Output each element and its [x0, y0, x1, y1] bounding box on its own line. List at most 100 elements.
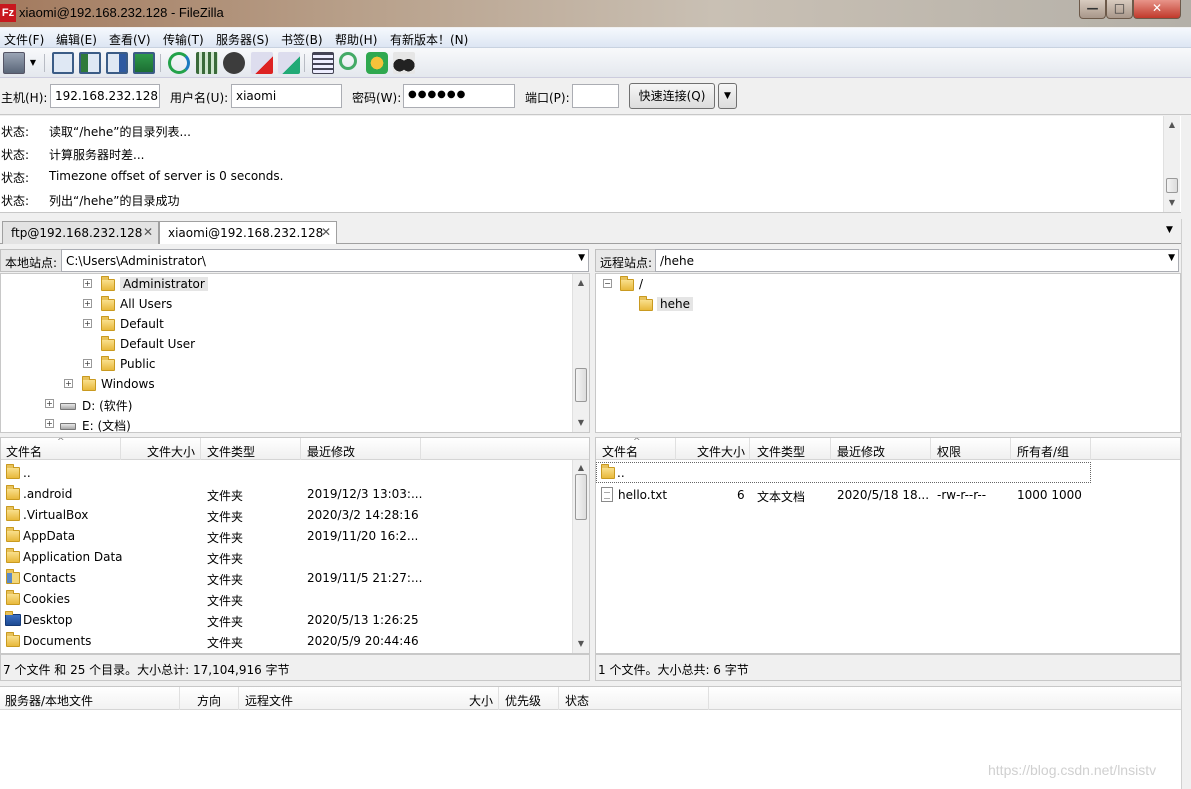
menu-transfer[interactable]: 传输(T)	[163, 31, 204, 48]
menu-view[interactable]: 查看(V)	[109, 31, 151, 48]
password-input[interactable]: ●●●●●●	[403, 84, 515, 108]
tree-item-all-users[interactable]: + All Users	[83, 294, 283, 314]
expand-icon[interactable]: +	[83, 299, 92, 308]
file-row[interactable]: Contacts 文件夹 2019/11/5 21:27:...	[1, 567, 571, 588]
menu-edit[interactable]: 编辑(E)	[56, 31, 97, 48]
scroll-up-icon[interactable]: ▲	[1164, 118, 1180, 132]
column-filename[interactable]: 文件名	[6, 443, 42, 460]
file-row-parent[interactable]: ..	[1, 462, 571, 483]
scroll-down-icon[interactable]: ▼	[1164, 196, 1180, 210]
scroll-down-icon[interactable]: ▼	[573, 416, 589, 430]
toggle-queue-icon[interactable]	[133, 52, 155, 74]
column-direction[interactable]: 方向	[197, 692, 221, 709]
scroll-thumb[interactable]	[1166, 178, 1178, 193]
menu-file[interactable]: 文件(F)	[4, 31, 44, 48]
column-priority[interactable]: 优先级	[505, 692, 541, 709]
quickconnect-history-dropdown[interactable]: ▼	[718, 83, 737, 109]
tree-item-hehe[interactable]: hehe	[623, 294, 823, 314]
expand-icon[interactable]: +	[45, 399, 54, 408]
search-icon[interactable]	[339, 52, 357, 70]
column-remote-file[interactable]: 远程文件	[245, 692, 293, 709]
column-permissions[interactable]: 权限	[937, 443, 961, 460]
local-files-scrollbar[interactable]: ▲ ▼	[572, 460, 589, 653]
toggle-local-tree-icon[interactable]	[79, 52, 101, 74]
tab-list-dropdown-icon[interactable]: ▼	[1166, 225, 1173, 235]
column-divider[interactable]	[708, 687, 709, 710]
column-divider[interactable]	[830, 438, 831, 460]
chevron-down-icon[interactable]: ▼	[1168, 253, 1175, 263]
scroll-up-icon[interactable]: ▲	[573, 461, 589, 475]
find-files-icon[interactable]	[393, 52, 415, 74]
column-divider[interactable]	[200, 438, 201, 460]
tree-item-drive-e[interactable]: + E: (文档)	[45, 414, 245, 432]
column-status[interactable]: 状态	[565, 692, 589, 709]
menu-bookmarks[interactable]: 书签(B)	[281, 31, 323, 48]
file-row[interactable]: Cookies 文件夹	[1, 588, 571, 609]
reconnect-icon[interactable]	[278, 52, 300, 74]
tree-item-default-user[interactable]: Default User	[83, 334, 283, 354]
process-queue-icon[interactable]	[196, 52, 218, 74]
scroll-down-icon[interactable]: ▼	[573, 637, 589, 651]
column-modified[interactable]: 最近修改	[307, 443, 355, 460]
close-tab-icon[interactable]: ✕	[321, 225, 331, 239]
column-divider[interactable]	[1090, 438, 1091, 460]
refresh-icon[interactable]	[168, 52, 190, 74]
tree-item-administrator[interactable]: + Administrator	[83, 274, 283, 294]
remote-path-combobox[interactable]: /hehe ▼	[655, 249, 1179, 272]
column-divider[interactable]	[120, 438, 121, 460]
scroll-thumb[interactable]	[575, 368, 587, 402]
column-divider[interactable]	[558, 687, 559, 710]
column-divider[interactable]	[498, 687, 499, 710]
close-tab-icon[interactable]: ✕	[143, 225, 153, 239]
column-filesize[interactable]: 文件大小	[147, 443, 195, 460]
site-manager-icon[interactable]	[3, 52, 25, 74]
filter-icon[interactable]	[312, 52, 334, 74]
maximize-button[interactable]: □	[1106, 0, 1133, 19]
expand-icon[interactable]: +	[64, 379, 73, 388]
close-window-button[interactable]: ✕	[1133, 0, 1181, 19]
file-row[interactable]: AppData 文件夹 2019/11/20 16:2...	[1, 525, 571, 546]
tree-item-default[interactable]: + Default	[83, 314, 283, 334]
menu-help[interactable]: 帮助(H)	[335, 31, 377, 48]
minimize-button[interactable]: —	[1079, 0, 1106, 19]
column-divider[interactable]	[749, 438, 750, 460]
tab-ftp-connection[interactable]: ftp@192.168.232.128 ✕	[2, 221, 159, 244]
tree-item-drive-d[interactable]: + D: (软件)	[45, 394, 245, 414]
file-row[interactable]: Application Data 文件夹	[1, 546, 571, 567]
local-tree-scrollbar[interactable]: ▲ ▼	[572, 274, 589, 432]
scroll-thumb[interactable]	[575, 474, 587, 520]
local-path-combobox[interactable]: C:\Users\Administrator\ ▼	[61, 249, 589, 272]
file-row[interactable]: Desktop 文件夹 2020/5/13 1:26:25	[1, 609, 571, 630]
column-server-local-file[interactable]: 服务器/本地文件	[5, 692, 93, 709]
column-divider[interactable]	[675, 438, 676, 460]
column-divider[interactable]	[420, 438, 421, 460]
column-divider[interactable]	[179, 687, 180, 710]
column-divider[interactable]	[1010, 438, 1011, 460]
port-input[interactable]	[572, 84, 619, 108]
file-row[interactable]: Documents 文件夹 2020/5/9 20:44:46	[1, 630, 571, 651]
file-row[interactable]: .android 文件夹 2019/12/3 13:03:...	[1, 483, 571, 504]
file-row-parent[interactable]: ..	[596, 462, 1091, 483]
host-input[interactable]: 192.168.232.128	[50, 84, 160, 108]
column-filetype[interactable]: 文件类型	[757, 443, 805, 460]
column-divider[interactable]	[930, 438, 931, 460]
tree-item-public[interactable]: + Public	[83, 354, 283, 374]
sync-browse-icon[interactable]	[366, 52, 388, 74]
column-divider[interactable]	[238, 687, 239, 710]
collapse-icon[interactable]: −	[603, 279, 612, 288]
column-modified[interactable]: 最近修改	[837, 443, 885, 460]
expand-icon[interactable]: +	[83, 279, 92, 288]
scroll-up-icon[interactable]: ▲	[573, 276, 589, 290]
column-filetype[interactable]: 文件类型	[207, 443, 255, 460]
cancel-icon[interactable]	[223, 52, 245, 74]
column-owner-group[interactable]: 所有者/组	[1017, 443, 1069, 460]
username-input[interactable]: xiaomi	[231, 84, 342, 108]
file-row[interactable]: .VirtualBox 文件夹 2020/3/2 14:28:16	[1, 504, 571, 525]
quickconnect-button[interactable]: 快速连接(Q)	[629, 83, 715, 109]
file-row[interactable]: hello.txt 6 文本文档 2020/5/18 18... -rw-r--…	[596, 484, 1091, 505]
expand-icon[interactable]: +	[45, 419, 54, 428]
column-filesize[interactable]: 文件大小	[697, 443, 745, 460]
log-scrollbar[interactable]: ▲ ▼	[1163, 116, 1180, 212]
site-manager-dropdown-icon[interactable]: ▼	[27, 52, 39, 74]
chevron-down-icon[interactable]: ▼	[578, 253, 585, 263]
